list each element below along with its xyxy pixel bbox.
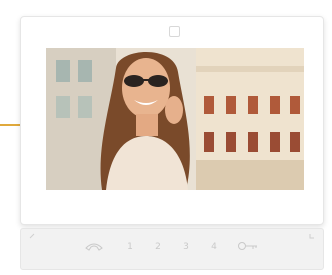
corner-mark-icon [29, 233, 35, 239]
keypad-button-label: 1 [127, 242, 133, 252]
unlock-button[interactable] [235, 235, 261, 259]
key-icon [238, 242, 257, 250]
video-intercom-monitor [20, 16, 324, 225]
control-strip: 1 2 3 4 [20, 228, 324, 270]
keypad-button-label: 4 [211, 242, 217, 252]
keypad-button-label: 3 [183, 242, 189, 252]
talk-button[interactable] [83, 235, 105, 259]
keypad-button-2[interactable]: 2 [150, 235, 166, 259]
video-display [46, 48, 304, 190]
handset-icon [85, 243, 103, 251]
camera-icon [169, 26, 180, 37]
keypad-button-label: 2 [155, 242, 161, 252]
keypad-button-1[interactable]: 1 [122, 235, 138, 259]
keypad-button-3[interactable]: 3 [178, 235, 194, 259]
corner-mark-icon [309, 234, 314, 239]
caller-video-feed [46, 48, 304, 190]
keypad-button-4[interactable]: 4 [206, 235, 222, 259]
